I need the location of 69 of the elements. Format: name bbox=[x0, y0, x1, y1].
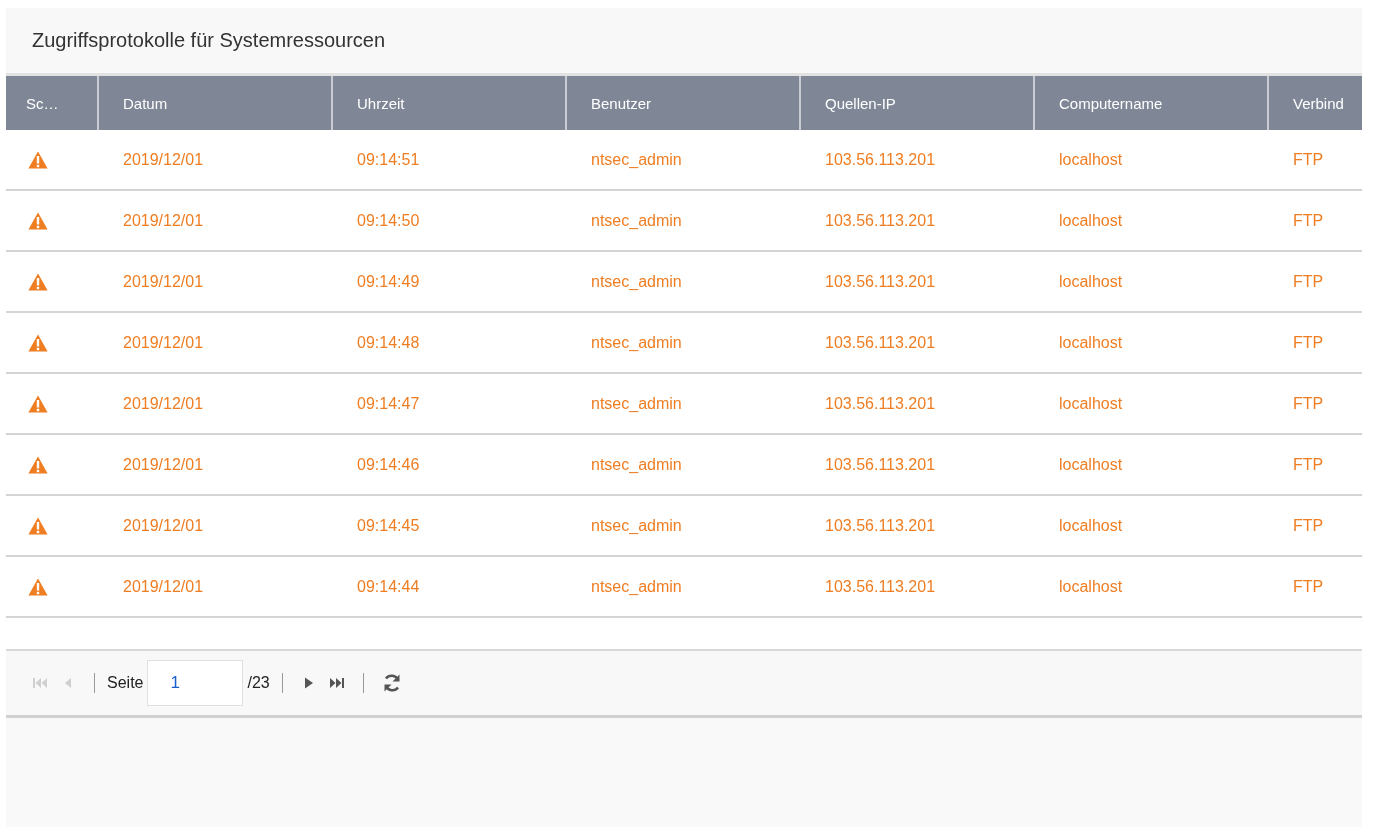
table-cell-text: localhost bbox=[1058, 515, 1124, 536]
table-cell-text: 2019/12/01 bbox=[122, 576, 205, 597]
page-total: /23 bbox=[247, 674, 270, 692]
table-cell-text: 103.56.113.201 bbox=[824, 149, 937, 170]
table-cell-text: ntsec_admin bbox=[590, 576, 683, 597]
column-header[interactable]: Sc… bbox=[6, 76, 99, 130]
page-number-field[interactable]: 1 bbox=[147, 660, 244, 706]
table-cell-text: 103.56.113.201 bbox=[824, 332, 937, 353]
table-cell-text: 103.56.113.201 bbox=[824, 576, 937, 597]
panel-title: Zugriffsprotokolle für Systemressourcen bbox=[32, 29, 386, 52]
table-cell-text: 2019/12/01 bbox=[122, 271, 205, 292]
table-cell-text: localhost bbox=[1058, 332, 1124, 353]
table-cell-text: 09:14:44 bbox=[356, 576, 421, 597]
warning-icon bbox=[28, 211, 48, 230]
table-cell-text: FTP bbox=[1292, 332, 1325, 353]
warning-icon bbox=[28, 577, 48, 596]
table-cell-text: localhost bbox=[1058, 210, 1124, 231]
table-cell-text: localhost bbox=[1058, 271, 1124, 292]
column-header[interactable]: Uhrzeit bbox=[333, 76, 567, 130]
table-cell-text: 2019/12/01 bbox=[122, 210, 205, 231]
table-cell-text: FTP bbox=[1292, 393, 1325, 414]
table-cell-text: 103.56.113.201 bbox=[824, 271, 937, 292]
table-cell-text: FTP bbox=[1292, 515, 1325, 536]
table-cell-text: 09:14:49 bbox=[356, 271, 421, 292]
table-cell-text: 2019/12/01 bbox=[122, 515, 205, 536]
warning-icon bbox=[28, 150, 48, 169]
table-cell-text: ntsec_admin bbox=[590, 454, 683, 475]
warning-icon bbox=[28, 516, 48, 535]
table-cell-text: FTP bbox=[1292, 576, 1325, 597]
table-cell-text: 09:14:45 bbox=[356, 515, 421, 536]
table-cell-text: FTP bbox=[1292, 271, 1325, 292]
column-header[interactable]: Datum bbox=[99, 76, 333, 130]
table-cell-text: 2019/12/01 bbox=[122, 454, 205, 475]
page-label: Seite bbox=[107, 674, 144, 692]
table-cell-text: 09:14:50 bbox=[356, 210, 421, 231]
table-cell-text: 09:14:51 bbox=[356, 149, 421, 170]
last-page-icon bbox=[328, 676, 345, 690]
table-cell-text: ntsec_admin bbox=[590, 210, 683, 231]
column-header[interactable]: Verbind bbox=[1269, 76, 1356, 130]
table-cell-text: FTP bbox=[1292, 149, 1325, 170]
table-cell-text: 103.56.113.201 bbox=[824, 393, 937, 414]
table-cell-text: ntsec_admin bbox=[590, 332, 683, 353]
table-cell-text: FTP bbox=[1292, 454, 1325, 475]
column-header[interactable]: Quellen-IP bbox=[801, 76, 1035, 130]
table-cell-text: localhost bbox=[1058, 393, 1124, 414]
table-cell-text: 09:14:46 bbox=[356, 454, 421, 475]
first-page-icon bbox=[32, 676, 48, 690]
table-cell-text: 2019/12/01 bbox=[122, 149, 205, 170]
table-cell-text: 103.56.113.201 bbox=[824, 210, 937, 231]
table-cell-text: 09:14:48 bbox=[356, 332, 421, 353]
table-cell-text: 103.56.113.201 bbox=[824, 515, 937, 536]
table-cell-text: localhost bbox=[1058, 149, 1124, 170]
table-cell-text: ntsec_admin bbox=[590, 515, 683, 536]
warning-icon bbox=[28, 272, 48, 291]
table-cell-text: localhost bbox=[1058, 576, 1124, 597]
table-cell-text: ntsec_admin bbox=[590, 149, 683, 170]
table-cell-text: ntsec_admin bbox=[590, 271, 683, 292]
table-cell-text: 09:14:47 bbox=[356, 393, 421, 414]
table-cell-text: 103.56.113.201 bbox=[824, 454, 937, 475]
warning-icon bbox=[28, 394, 48, 413]
column-header[interactable]: Computername bbox=[1035, 76, 1269, 130]
warning-icon bbox=[28, 455, 48, 474]
warning-icon bbox=[28, 333, 48, 352]
table-cell-text: 2019/12/01 bbox=[122, 332, 205, 353]
table-cell-text: localhost bbox=[1058, 454, 1124, 475]
table-cell-text: ntsec_admin bbox=[590, 393, 683, 414]
table-cell-text: 2019/12/01 bbox=[122, 393, 205, 414]
table-cell-text: FTP bbox=[1292, 210, 1325, 231]
column-header[interactable]: Benutzer bbox=[567, 76, 801, 130]
